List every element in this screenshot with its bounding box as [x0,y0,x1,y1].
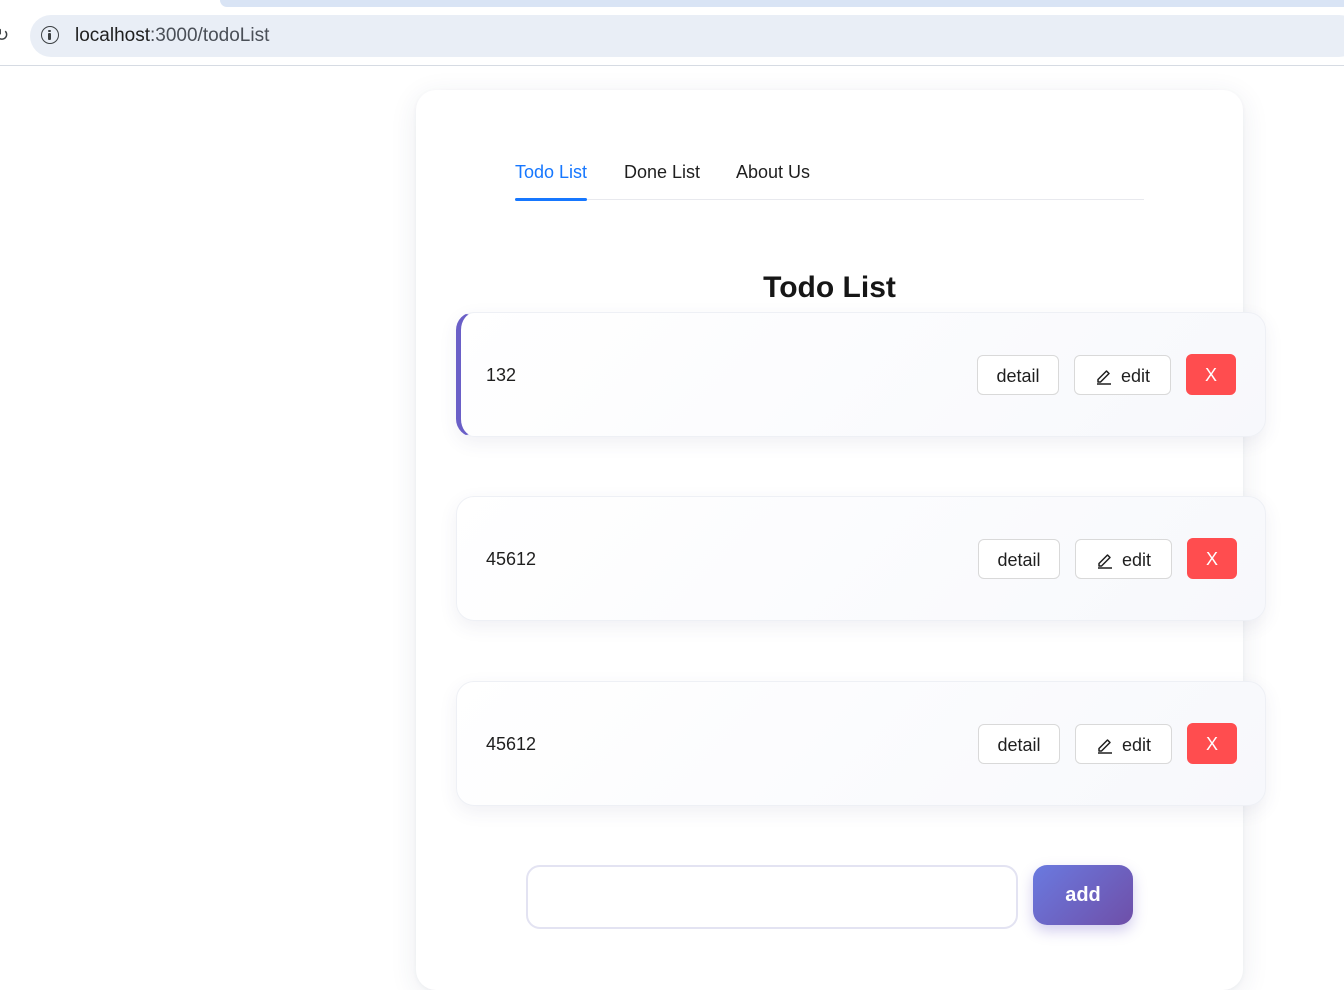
url-host: localhost [75,25,150,46]
browser-toolbar: ↻ localhost:3000/todoList [0,0,1344,66]
delete-button[interactable]: X [1187,538,1237,579]
delete-button[interactable]: X [1187,723,1237,764]
edit-button[interactable]: edit [1075,539,1172,579]
edit-label: edit [1121,550,1152,570]
todo-item: 45612 detail edit X [456,496,1266,621]
tab-done-list[interactable]: Done List [624,160,700,200]
edit-button[interactable]: edit [1074,355,1171,395]
add-button[interactable]: add [1033,865,1133,925]
detail-button[interactable]: detail [978,539,1060,579]
edit-pen-icon [1097,739,1112,754]
todo-text: 45612 [486,734,537,754]
tab-todo-list[interactable]: Todo List [515,160,588,201]
todo-item: 45612 detail edit X [456,681,1266,806]
detail-button[interactable]: detail [978,724,1060,764]
delete-button[interactable]: X [1186,354,1236,395]
todo-text: 45612 [486,549,537,569]
reload-icon[interactable]: ↻ [0,24,9,46]
todo-item: 132 detail edit X [456,312,1266,437]
edit-pen-icon [1096,370,1111,385]
edit-pen-icon [1097,554,1112,569]
edit-label: edit [1120,366,1151,386]
nav-tabs: Todo List Done List About Us [515,150,1144,201]
page-title: Todo List [763,271,896,305]
todo-text: 132 [486,365,517,385]
detail-button[interactable]: detail [977,355,1059,395]
url-path: :3000/todoList [150,25,270,46]
info-icon[interactable] [41,26,59,44]
new-todo-input[interactable] [526,865,1018,929]
tab-strip [220,0,1344,7]
edit-button[interactable]: edit [1075,724,1172,764]
url-text[interactable]: localhost:3000/todoList [75,24,269,48]
tab-about-us[interactable]: About Us [736,160,810,200]
edit-label: edit [1121,735,1152,755]
